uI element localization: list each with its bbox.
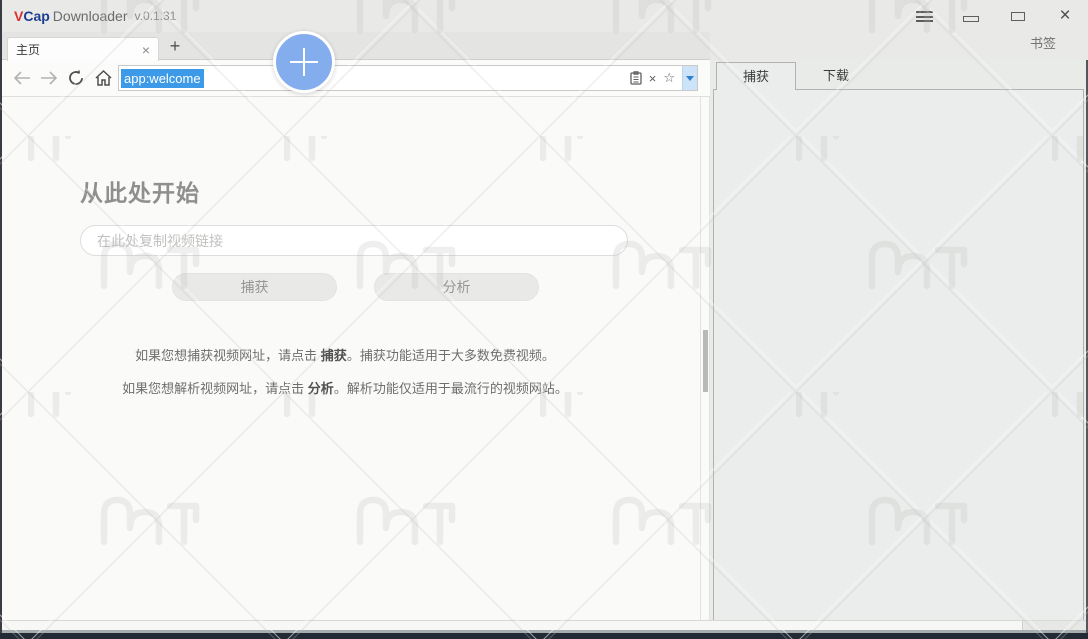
help-text-capture: 如果您想捕获视频网址，请点击 捕获。捕获功能适用于大多数免费视频。 — [0, 345, 690, 364]
clear-glyph: × — [649, 71, 657, 86]
help2-pre: 如果您想解析视频网址，请点击 — [122, 381, 308, 396]
star-glyph: ☆ — [663, 70, 675, 86]
scrollbar-corner — [1022, 620, 1086, 630]
chevron-down-icon — [686, 76, 694, 81]
url-dropdown-button[interactable] — [682, 66, 697, 90]
help1-pre: 如果您想捕获视频网址，请点击 — [135, 348, 321, 363]
browser-content: 从此处开始 捕获 分析 如果您想捕获视频网址，请点击 捕获。捕获功能适用于大多数… — [0, 97, 700, 620]
capture-list-area — [713, 89, 1084, 630]
tab-close-icon[interactable]: × — [142, 44, 150, 56]
paste-icon[interactable] — [630, 71, 642, 85]
add-capture-button[interactable] — [273, 31, 335, 93]
page-title: 从此处开始 — [80, 174, 200, 208]
window-edge-left — [0, 0, 2, 639]
window-controls: × — [886, 0, 1074, 32]
help2-bold: 分析 — [308, 381, 334, 396]
bookmark-star-icon[interactable]: ☆ — [663, 70, 675, 86]
panel-tab-download[interactable]: 下载 — [796, 62, 876, 90]
close-icon: × — [1059, 7, 1070, 25]
capture-panel: 捕获 下载 — [710, 60, 1088, 633]
clear-url-icon[interactable]: × — [649, 71, 657, 86]
browser-tab-strip: 主页 × + — [0, 32, 710, 60]
titlebar: VCap Downloader v.0.1.31 × — [0, 0, 1088, 32]
new-tab-button[interactable]: + — [166, 38, 184, 56]
refresh-button[interactable] — [66, 68, 86, 88]
menu-button[interactable] — [915, 7, 933, 25]
help1-bold: 捕获 — [321, 348, 347, 363]
minimize-icon — [963, 16, 979, 22]
tab-home-label: 主页 — [16, 41, 142, 58]
hamburger-icon — [916, 11, 933, 22]
maximize-button[interactable] — [1009, 7, 1027, 25]
brand-logo-v: V — [14, 8, 23, 24]
vertical-scrollbar[interactable] — [700, 97, 710, 620]
back-button[interactable] — [12, 68, 32, 88]
minimize-button[interactable] — [962, 7, 980, 25]
maximize-icon — [1011, 12, 1025, 21]
app-name: Downloader — [53, 8, 128, 24]
address-bar[interactable]: app:welcome × ☆ — [118, 65, 698, 91]
bookmarks-label[interactable]: 书签 — [1030, 32, 1056, 58]
vertical-scrollbar-thumb[interactable] — [703, 330, 708, 392]
home-button[interactable] — [93, 68, 113, 88]
app-version: v.0.1.31 — [135, 9, 177, 23]
browser-navbar: app:welcome × ☆ — [0, 60, 710, 97]
close-button[interactable]: × — [1056, 7, 1074, 25]
help-text-analyze: 如果您想解析视频网址，请点击 分析。解析功能仅适用于最流行的视频网站。 — [0, 378, 690, 397]
capture-button[interactable]: 捕获 — [172, 273, 337, 301]
help1-post: 。捕获功能适用于大多数免费视频。 — [347, 348, 555, 363]
brand-logo-cap: Cap — [23, 8, 49, 24]
horizontal-scrollbar[interactable] — [0, 620, 1022, 630]
help2-post: 。解析功能仅适用于最流行的视频网站。 — [334, 381, 568, 396]
forward-button[interactable] — [39, 68, 59, 88]
url-text-selected[interactable]: app:welcome — [121, 69, 204, 88]
video-link-input[interactable] — [80, 225, 628, 256]
plus-icon — [287, 45, 321, 79]
tab-home[interactable]: 主页 × — [7, 37, 159, 61]
panel-tab-capture[interactable]: 捕获 — [716, 62, 796, 90]
analyze-button[interactable]: 分析 — [374, 273, 539, 301]
window-edge-bottom-dark — [0, 633, 1088, 639]
